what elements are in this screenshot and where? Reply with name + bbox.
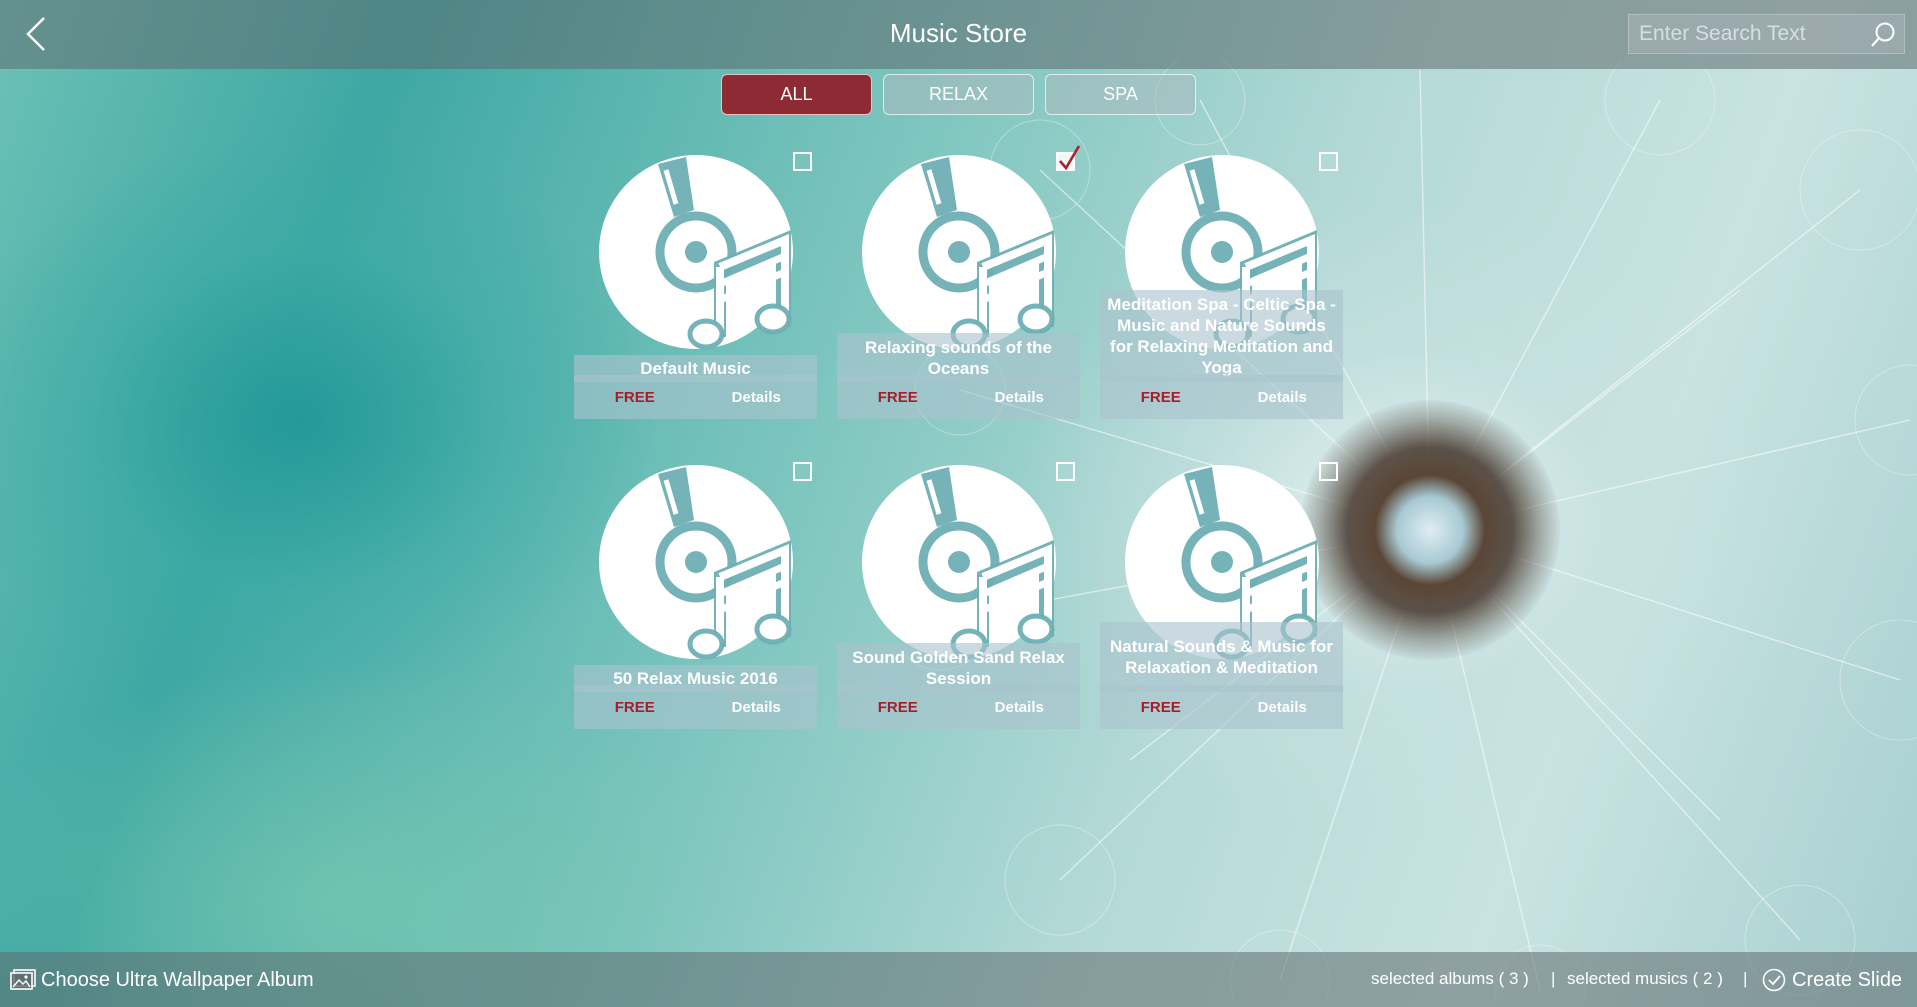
album-card: Relaxing sounds of the Oceans FREE Detai… <box>837 145 1081 422</box>
separator: | <box>1743 969 1748 988</box>
album-name: Natural Sounds & Music for Relaxation & … <box>1100 622 1343 692</box>
free-button[interactable]: FREE <box>1100 375 1222 419</box>
free-button[interactable]: FREE <box>1100 685 1222 729</box>
music-disc-icon <box>859 152 1059 352</box>
details-button[interactable]: Details <box>1222 685 1344 729</box>
choose-wallpaper-album-label: Choose Ultra Wallpaper Album <box>41 968 314 991</box>
chevron-left-icon <box>26 17 45 51</box>
album-checkbox[interactable] <box>793 152 812 171</box>
album-actions: FREE Details <box>574 375 817 419</box>
details-button[interactable]: Details <box>1222 375 1344 419</box>
selected-musics-count: selected musics ( 2 ) <box>1567 969 1723 988</box>
create-slide-button[interactable]: Create Slide <box>1762 965 1902 995</box>
details-button[interactable]: Details <box>959 375 1081 419</box>
album-actions: FREE Details <box>837 375 1080 419</box>
image-gallery-icon <box>10 969 36 990</box>
details-button[interactable]: Details <box>959 685 1081 729</box>
check-circle-icon <box>1762 968 1786 992</box>
tab-all[interactable]: ALL <box>721 74 872 115</box>
details-button[interactable]: Details <box>696 375 818 419</box>
music-disc-icon <box>596 462 796 662</box>
choose-wallpaper-album-button[interactable]: Choose Ultra Wallpaper Album <box>10 966 314 994</box>
tab-relax[interactable]: RELAX <box>883 74 1034 115</box>
album-checkbox[interactable] <box>1056 462 1075 481</box>
search-input[interactable] <box>1629 15 1859 53</box>
music-disc-icon <box>859 462 1059 662</box>
create-slide-label: Create Slide <box>1792 968 1903 991</box>
search-box <box>1628 14 1905 54</box>
album-card: Natural Sounds & Music for Relaxation & … <box>1100 462 1343 732</box>
album-checkbox[interactable] <box>1319 152 1338 171</box>
album-actions: FREE Details <box>574 685 817 729</box>
album-card: 50 Relax Music 2016 FREE Details <box>574 462 817 732</box>
album-checkbox[interactable] <box>793 462 812 481</box>
album-actions: FREE Details <box>1100 375 1343 419</box>
selected-albums-count: selected albums ( 3 ) <box>1371 969 1529 988</box>
back-button[interactable] <box>14 12 58 56</box>
free-button[interactable]: FREE <box>837 375 959 419</box>
search-icon[interactable] <box>1870 21 1898 49</box>
album-card: Default Music FREE Details <box>574 152 817 422</box>
album-checkbox[interactable] <box>1319 462 1338 481</box>
free-button[interactable]: FREE <box>574 685 696 729</box>
album-checkbox[interactable] <box>1056 145 1081 171</box>
album-actions: FREE Details <box>837 685 1080 729</box>
album-card: Meditation Spa - Celtic Spa - Music and … <box>1100 152 1343 422</box>
details-button[interactable]: Details <box>696 685 818 729</box>
music-disc-icon <box>596 152 796 352</box>
album-name: Meditation Spa - Celtic Spa - Music and … <box>1100 290 1343 382</box>
footer-bar: Choose Ultra Wallpaper Album selected al… <box>0 952 1917 1007</box>
album-actions: FREE Details <box>1100 685 1343 729</box>
album-card: Sound Golden Sand Relax Session FREE Det… <box>837 462 1080 732</box>
free-button[interactable]: FREE <box>837 685 959 729</box>
free-button[interactable]: FREE <box>574 375 696 419</box>
tab-spa[interactable]: SPA <box>1045 74 1196 115</box>
separator: | <box>1551 969 1556 988</box>
checkmark-icon <box>1059 145 1081 171</box>
